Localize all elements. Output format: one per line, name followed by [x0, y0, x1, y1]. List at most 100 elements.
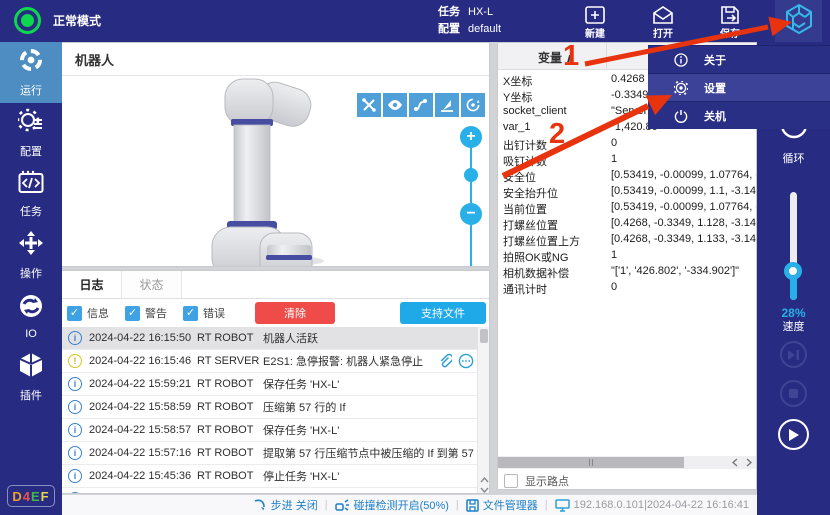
- sidebar-item-label: 插件: [20, 387, 42, 403]
- tab-status[interactable]: 状态: [122, 271, 182, 298]
- menu-item-shutdown[interactable]: 关机: [648, 101, 830, 129]
- stop-button[interactable]: [780, 380, 807, 407]
- log-message: 保存任务 'HX-L': [263, 376, 478, 392]
- speed-slider-handle[interactable]: [784, 262, 802, 280]
- variable-row[interactable]: 相机数据补偿 "['1', '426.802', '-334.902']": [498, 265, 756, 281]
- save-task-button[interactable]: 保存: [705, 3, 755, 41]
- menu-item-settings[interactable]: 设置: [648, 73, 830, 101]
- visibility-button[interactable]: [383, 93, 407, 117]
- save-task-label: 保存: [720, 25, 740, 40]
- sidebar-item-task[interactable]: 任务: [0, 164, 62, 225]
- log-message: 保存任务 'HX-L': [263, 422, 478, 438]
- rotate-icon: [465, 97, 481, 113]
- open-task-button[interactable]: 打开: [638, 3, 688, 41]
- log-scrollbar[interactable]: [477, 327, 489, 494]
- menu-item-label: 关于: [704, 52, 726, 68]
- log-entry[interactable]: 2024-04-22 15:58:57 RT ROBOT 保存任务 'HX-L': [62, 419, 478, 442]
- top-bar: 正常模式 任务HX-L 配置default 新建 打开 保存: [0, 0, 830, 42]
- power-icon: [674, 109, 688, 123]
- log-level-icon: [68, 331, 82, 345]
- file-manager-label: 文件管理器: [483, 497, 538, 513]
- gear-icon: [674, 81, 688, 95]
- variable-row[interactable]: 拍照OK或NG 1: [498, 249, 756, 265]
- variable-row[interactable]: 当前位置 [0.53419, -0.00099, 1.07764, -3.140…: [498, 201, 756, 217]
- log-entry[interactable]: 2024-04-22 15:59:21 RT ROBOT 保存任务 'HX-L': [62, 373, 478, 396]
- log-entry[interactable]: 2024-04-22 15:58:59 RT ROBOT 压缩第 57 行的 I…: [62, 396, 478, 419]
- variables-hscrollbar[interactable]: [498, 456, 756, 469]
- step-mode-label: 步进 关闭: [271, 497, 318, 513]
- log-time: 2024-04-22 15:59:21: [89, 378, 197, 390]
- variable-name: 安全抬升位: [498, 185, 611, 201]
- connection-label: 192.168.0.101|2024-04-22 16:16:41: [574, 499, 749, 511]
- file-manager-button[interactable]: 文件管理器: [466, 497, 538, 513]
- show-waypoints-checkbox[interactable]: 显示路点: [504, 473, 569, 489]
- variable-row[interactable]: 打螺丝位置上方 [0.4268, -0.3349, 1.133, -3.1415…: [498, 233, 756, 249]
- left-sidebar: 运行 配置 任务 操作 IO: [0, 42, 62, 515]
- sidebar-item-operate[interactable]: 操作: [0, 225, 62, 286]
- log-entry[interactable]: 2024-04-22 15:45:36 RT ROBOT 停止任务 'HX-L': [62, 465, 478, 488]
- variable-row[interactable]: 出钉计数 0: [498, 137, 756, 153]
- log-scrollbar-thumb[interactable]: [480, 329, 488, 343]
- scroll-right-icon[interactable]: [746, 458, 752, 467]
- variable-row[interactable]: 通讯计时 0: [498, 281, 756, 297]
- variable-row[interactable]: 安全抬升位 [0.53419, -0.00099, 1.1, -3.14048,…: [498, 185, 756, 201]
- zoom-out-button[interactable]: −: [460, 203, 482, 225]
- menu-item-label: 设置: [704, 80, 726, 96]
- zoom-slider-handle[interactable]: [464, 168, 478, 182]
- app-logo-button[interactable]: [775, 0, 822, 42]
- new-task-button[interactable]: 新建: [570, 3, 620, 41]
- scroll-up-icon[interactable]: [480, 477, 489, 483]
- log-time: 2024-04-22 16:15:46: [89, 355, 197, 367]
- config-value: default: [468, 23, 501, 35]
- scroll-left-icon[interactable]: [732, 458, 738, 467]
- flag-button[interactable]: [435, 93, 459, 117]
- variables-collapse-toggle[interactable]: 变量 ∧: [538, 49, 575, 66]
- hscrollbar-thumb[interactable]: [498, 457, 684, 468]
- variable-name: 出钉计数: [498, 137, 611, 153]
- collision-icon: [335, 499, 350, 512]
- zoom-in-button[interactable]: +: [460, 126, 482, 148]
- gear-list-icon: [18, 108, 44, 139]
- stop-icon: [788, 388, 799, 399]
- sidebar-item-io[interactable]: IO: [0, 286, 62, 347]
- rotate-view-button[interactable]: [461, 93, 485, 117]
- support-file-button[interactable]: 支持文件: [400, 302, 486, 324]
- log-entry[interactable]: 2024-04-22 15:57:16 RT ROBOT 提取第 57 行压缩节…: [62, 442, 478, 465]
- clear-log-button[interactable]: 清除: [255, 302, 335, 324]
- system-dropdown-menu: 关于 设置 关机: [648, 45, 830, 129]
- scroll-down-icon[interactable]: [480, 487, 489, 493]
- variable-row[interactable]: 打螺丝位置 [0.4268, -0.3349, 1.128, -3.14159,…: [498, 217, 756, 233]
- menu-item-about[interactable]: 关于: [648, 45, 830, 73]
- path-button[interactable]: [409, 93, 433, 117]
- sidebar-item-plugin[interactable]: 插件: [0, 347, 62, 408]
- log-source: RT ROBOT: [197, 447, 263, 459]
- sidebar-item-run[interactable]: 运行: [0, 42, 62, 103]
- play-button[interactable]: [778, 419, 809, 450]
- sidebar-item-config[interactable]: 配置: [0, 103, 62, 164]
- tab-log[interactable]: 日志: [62, 271, 122, 298]
- collision-detection-toggle[interactable]: 碰撞检测开启(50%): [335, 497, 449, 513]
- filter-info-checkbox[interactable]: ✓信息: [67, 305, 109, 321]
- variable-name: 当前位置: [498, 201, 611, 217]
- filter-warning-checkbox[interactable]: ✓警告: [125, 305, 167, 321]
- tools-button[interactable]: [357, 93, 381, 117]
- speed-slider[interactable]: [790, 192, 797, 300]
- variable-value: [0.53419, -0.00099, 1.07764, -3.14048,: [611, 201, 756, 217]
- more-options-icon[interactable]: [458, 353, 474, 369]
- log-panel: 日志 状态 ✓信息 ✓警告 ✓错误 清除 支持文件 2024-04-22 16:…: [62, 270, 490, 494]
- plugin-cube-icon: [18, 352, 44, 383]
- robot-mode-indicator[interactable]: 正常模式: [14, 7, 101, 34]
- log-time: 2024-04-22 15:45:36: [89, 470, 197, 482]
- log-entry[interactable]: 2024-04-22 16:15:46 RT SERVER E2S1: 急停报警…: [62, 350, 478, 373]
- variable-row[interactable]: 吸钉计数 1: [498, 153, 756, 169]
- new-task-label: 新建: [585, 25, 605, 40]
- view-toolbar: [357, 93, 485, 117]
- variable-row[interactable]: 安全位 [0.53419, -0.00099, 1.07764, -3.1404…: [498, 169, 756, 185]
- log-entry[interactable]: 2024-04-22 16:15:50 RT ROBOT 机器人活跃: [62, 327, 478, 350]
- robot-3d-panel: 机器人: [62, 42, 490, 267]
- step-mode-toggle[interactable]: 步进 关闭: [253, 497, 318, 513]
- attachment-icon[interactable]: [438, 353, 452, 369]
- filter-error-checkbox[interactable]: ✓错误: [183, 305, 225, 321]
- log-level-icon: [68, 400, 82, 414]
- step-run-button[interactable]: [780, 341, 807, 368]
